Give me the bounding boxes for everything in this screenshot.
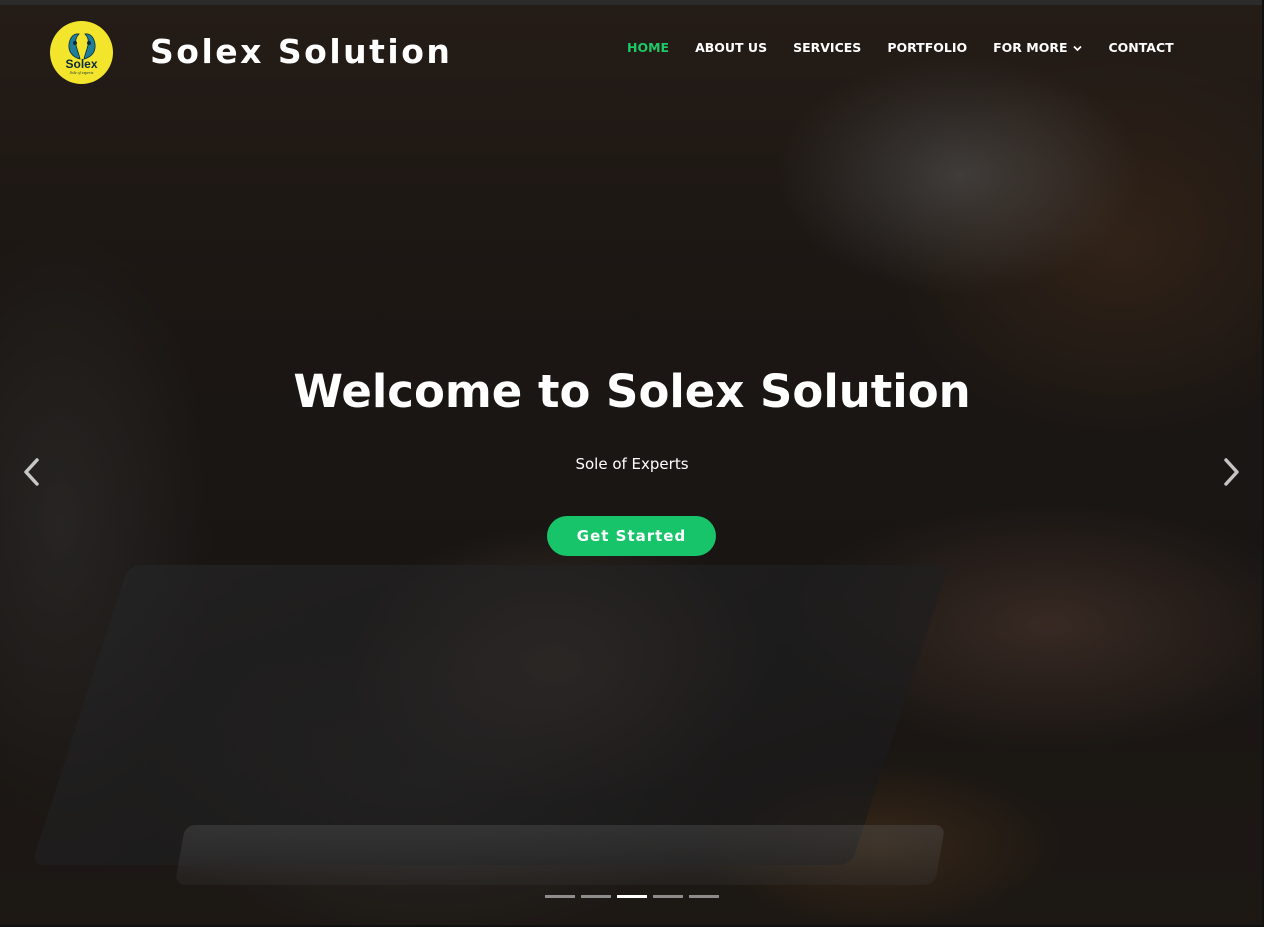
nav-item-for-more[interactable]: FOR MORE xyxy=(993,39,1083,57)
hero-subtitle: Sole of Experts xyxy=(575,455,689,473)
nav-item-label: FOR MORE xyxy=(993,40,1068,55)
carousel-indicator[interactable] xyxy=(653,895,683,898)
nav-item-about-us[interactable]: ABOUT US xyxy=(695,39,767,57)
nav-item-portfolio[interactable]: PORTFOLIO xyxy=(887,39,967,57)
get-started-button[interactable]: Get Started xyxy=(547,516,716,556)
nav-item-label: HOME xyxy=(627,40,670,55)
nav-item-home[interactable]: HOME xyxy=(627,39,669,57)
main-nav: HOME ABOUT US SERVICES PORTFOLIO FOR MOR… xyxy=(627,39,1174,57)
carousel-indicator[interactable] xyxy=(689,895,719,898)
hero-title: Welcome to Solex Solution xyxy=(293,365,971,418)
carousel-next-button[interactable] xyxy=(1216,455,1246,489)
nav-item-label: PORTFOLIO xyxy=(887,40,968,55)
nav-item-label: ABOUT US xyxy=(695,40,768,55)
logo-text: Solex xyxy=(65,56,98,71)
nav-item-services[interactable]: SERVICES xyxy=(793,39,861,57)
chevron-left-icon xyxy=(24,458,39,486)
logo-heads-icon xyxy=(67,32,96,60)
nav-item-label: CONTACT xyxy=(1108,40,1174,55)
chevron-down-icon xyxy=(1073,39,1083,57)
site-header: Solex Sole of experts Solex Solution HOM… xyxy=(0,5,1264,95)
carousel-indicator[interactable] xyxy=(617,895,647,898)
carousel-indicator[interactable] xyxy=(581,895,611,898)
nav-item-contact[interactable]: CONTACT xyxy=(1108,39,1173,57)
nav-item-label: SERVICES xyxy=(793,40,862,55)
carousel-indicators xyxy=(545,895,719,898)
logo[interactable]: Solex Sole of experts xyxy=(50,21,113,84)
chevron-right-icon xyxy=(1224,458,1239,486)
carousel-indicator[interactable] xyxy=(545,895,575,898)
carousel-prev-button[interactable] xyxy=(17,455,47,489)
logo-tagline: Sole of experts xyxy=(69,69,94,75)
brand-name[interactable]: Solex Solution xyxy=(150,32,452,72)
